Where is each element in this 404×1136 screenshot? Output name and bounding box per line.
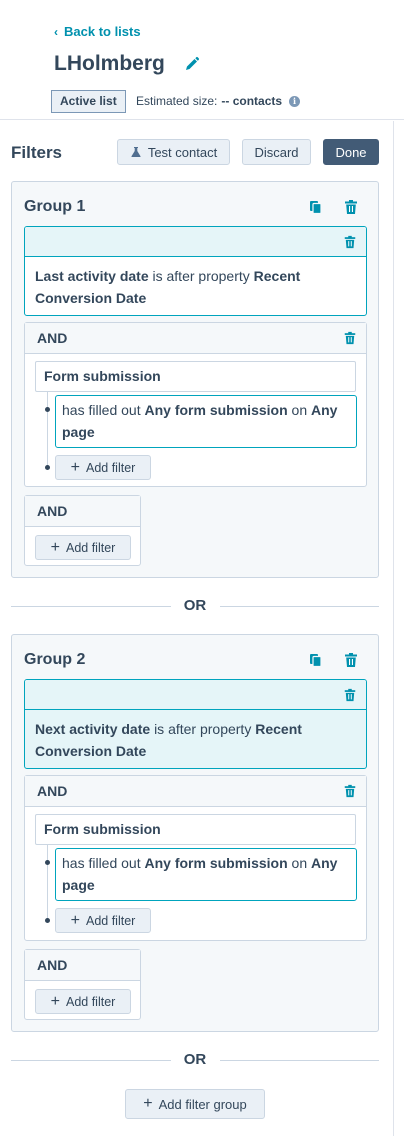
- test-contact-label: Test contact: [147, 144, 218, 160]
- and-label: AND: [25, 496, 140, 527]
- filter-card-header: [25, 227, 366, 257]
- trash-icon[interactable]: [343, 331, 357, 345]
- filter-card[interactable]: Next activity date is after property Rec…: [24, 679, 367, 769]
- sub-filter-card[interactable]: has filled out Any form submission on An…: [55, 395, 357, 448]
- back-link-label: Back to lists: [64, 24, 141, 39]
- trash-icon[interactable]: [343, 688, 357, 702]
- and-block: AND Form submission has filled out Any f…: [24, 322, 367, 487]
- tree-connector: [47, 845, 48, 921]
- tree-bullet: [45, 918, 50, 923]
- and-block-empty: AND + Add filter: [24, 949, 141, 1020]
- trash-icon[interactable]: [343, 784, 357, 798]
- info-icon[interactable]: i: [289, 95, 301, 107]
- sub-filter-form: Any form submission: [144, 855, 288, 871]
- add-filter-label: Add filter: [86, 460, 136, 475]
- trash-icon[interactable]: [343, 199, 359, 215]
- trash-icon[interactable]: [343, 235, 357, 249]
- group-title: Group 2: [24, 651, 86, 668]
- and-block-empty: AND + Add filter: [24, 495, 141, 566]
- add-filter-group-label: Add filter group: [158, 1096, 247, 1112]
- group-title: Group 1: [24, 198, 86, 215]
- discard-button[interactable]: Discard: [242, 139, 311, 165]
- add-filter-button[interactable]: + Add filter: [35, 535, 131, 560]
- add-filter-label: Add filter: [66, 540, 116, 555]
- clone-icon[interactable]: [308, 199, 324, 215]
- tree-bullet: [45, 407, 50, 412]
- clone-icon[interactable]: [308, 652, 324, 668]
- plus-icon: +: [143, 1095, 153, 1112]
- filter-description: Next activity date is after property Rec…: [25, 710, 366, 768]
- sub-filter-on: on: [291, 402, 308, 418]
- and-block-header: AND: [25, 323, 366, 354]
- form-submission-field[interactable]: Form submission: [35, 361, 356, 392]
- plus-icon: +: [70, 911, 80, 929]
- done-button[interactable]: Done: [323, 139, 379, 165]
- filters-heading: Filters: [11, 143, 63, 162]
- estimated-size-value: -- contacts: [221, 94, 283, 108]
- back-to-lists-link[interactable]: ‹ Back to lists: [54, 24, 141, 39]
- filter-operator: is after property: [152, 268, 250, 284]
- divider-line: [220, 1060, 379, 1061]
- form-submission-field[interactable]: Form submission: [35, 814, 356, 845]
- plus-icon: +: [50, 992, 60, 1010]
- scroll-rail[interactable]: [393, 121, 394, 1136]
- filter-property: Last activity date: [35, 268, 149, 284]
- or-divider: OR: [11, 1050, 379, 1070]
- filter-card[interactable]: Last activity date is after property Rec…: [24, 226, 367, 316]
- sub-filter-form: Any form submission: [144, 402, 288, 418]
- tree-connector: [47, 392, 48, 468]
- plus-icon: +: [70, 458, 80, 476]
- list-header: ‹ Back to lists LHolmberg Active list Es…: [0, 0, 404, 120]
- pencil-icon[interactable]: [184, 56, 200, 72]
- filter-group-2: Group 2 Next activity date is after prop…: [11, 634, 379, 1032]
- filter-group-1: Group 1 Last activity date is after prop…: [11, 181, 379, 578]
- add-filter-button[interactable]: + Add filter: [55, 455, 151, 480]
- active-list-badge: Active list: [51, 90, 126, 113]
- tree-bullet: [45, 465, 50, 470]
- chevron-left-icon: ‹: [54, 24, 58, 39]
- and-label: AND: [37, 330, 68, 346]
- estimated-size: Estimated size: -- contacts i: [136, 94, 301, 108]
- and-label: AND: [25, 950, 140, 981]
- filter-card-header: [25, 680, 366, 710]
- and-block: AND Form submission has filled out Any f…: [24, 775, 367, 941]
- filter-property: Next activity date: [35, 721, 151, 737]
- add-filter-label: Add filter: [86, 913, 136, 928]
- sub-filter-prefix: has filled out: [62, 855, 141, 871]
- test-contact-button[interactable]: Test contact: [117, 139, 230, 165]
- sub-filter-card[interactable]: has filled out Any form submission on An…: [55, 848, 357, 901]
- and-block-header: AND: [25, 776, 366, 807]
- add-filter-button[interactable]: + Add filter: [35, 989, 131, 1014]
- add-filter-button[interactable]: + Add filter: [55, 908, 151, 933]
- filter-operator: is after property: [154, 721, 252, 737]
- sub-filter-on: on: [291, 855, 308, 871]
- divider-line: [220, 606, 379, 607]
- trash-icon[interactable]: [343, 652, 359, 668]
- filter-description: Last activity date is after property Rec…: [25, 257, 366, 315]
- plus-icon: +: [50, 538, 60, 556]
- list-name: LHolmberg: [54, 52, 165, 75]
- estimated-size-label: Estimated size:: [136, 94, 218, 108]
- add-filter-label: Add filter: [66, 994, 116, 1009]
- add-filter-group-button[interactable]: + Add filter group: [125, 1089, 265, 1119]
- tree-bullet: [45, 860, 50, 865]
- or-divider: OR: [11, 596, 379, 616]
- and-label: AND: [37, 783, 68, 799]
- sub-filter-prefix: has filled out: [62, 402, 141, 418]
- flask-icon: [131, 147, 141, 157]
